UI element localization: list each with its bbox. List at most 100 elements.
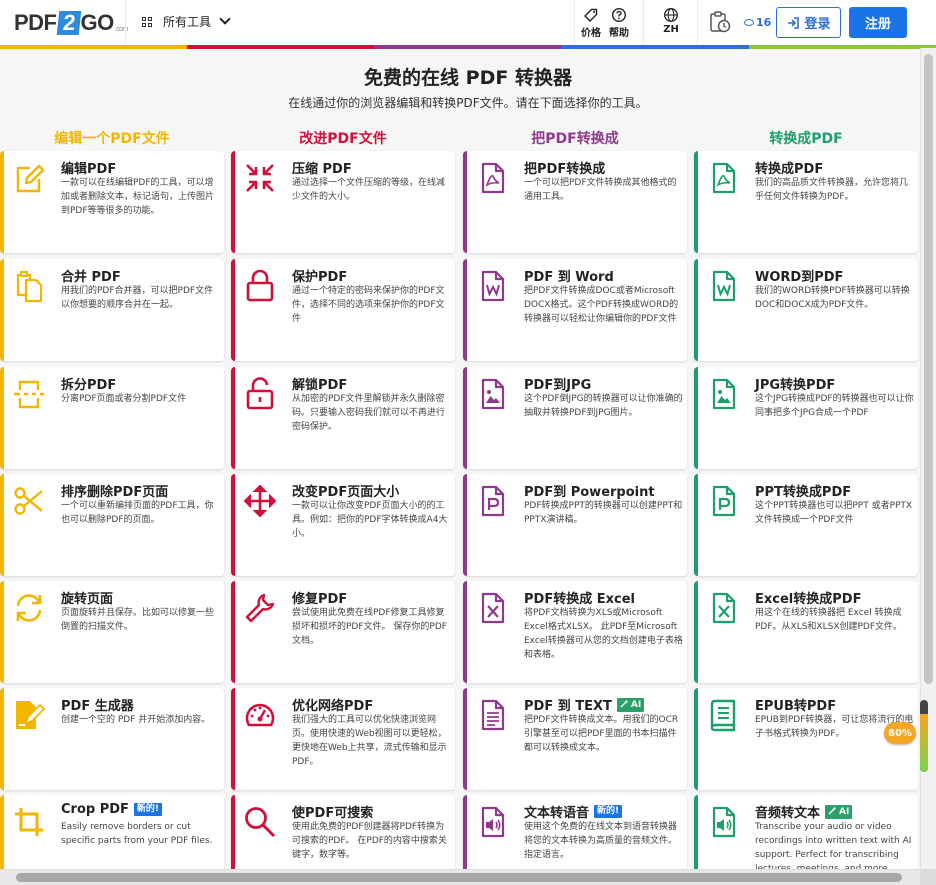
tool-card[interactable]: 排序删除PDF页面 一个可以重新编排页面的PDF工具，你也可以删除PDF的页面。 — [0, 474, 224, 576]
tool-card-title-text: Excel转换成PDF — [755, 592, 862, 607]
language-selector[interactable]: ZH — [663, 7, 679, 35]
tool-card[interactable]: 修复PDF 尝试使用此免费在线PDF修复工具修复损坏和损坏的PDF文件。 保存你的… — [231, 581, 455, 683]
tool-card[interactable]: 压缩 PDF 通过选择一个文件压缩的等级，在线减少文件的大小。 — [231, 151, 455, 253]
header-divider — [125, 0, 126, 48]
credits-indicator[interactable]: 16 — [744, 16, 771, 29]
register-button[interactable]: 注册 — [849, 7, 907, 38]
column-title-edit: 编辑一个PDF文件 — [54, 131, 170, 147]
tool-card-title: Excel转换成PDF — [755, 588, 861, 607]
clipboard-clock-icon — [710, 11, 731, 33]
tool-card-title-text: JPG转换PDF — [755, 378, 836, 393]
help-link[interactable]: 帮助 — [609, 7, 629, 39]
horizontal-scrollbar-thumb[interactable] — [16, 873, 902, 882]
tool-card-title: PDF到JPG — [524, 374, 591, 393]
login-button[interactable]: 登录 — [776, 7, 841, 38]
crop-icon — [12, 805, 46, 839]
tool-card-description: 一款可以让你改变PDF页面大小的的工具。例如：把你的PDF字体转换成A4大小。 — [292, 501, 448, 539]
tool-card-title-text: PDF到JPG — [524, 378, 592, 393]
tool-card[interactable]: 优化网络PDF 我们强大的工具可以优化快速浏览网页。使用快速的Web视图可以更轻松… — [231, 688, 455, 790]
create-icon — [12, 698, 46, 732]
vertical-scrollbar-thumb[interactable] — [924, 54, 933, 684]
tool-card[interactable]: WORD到PDF 我们的WORD转换PDF转换器可以转换DOC和DOCX成为PDF… — [694, 259, 918, 361]
horizontal-scrollbar[interactable] — [0, 869, 920, 885]
tool-card-description: 用我们的PDF合并器，可以把PDF文件以你想要的顺序合并在一起。 — [61, 286, 214, 310]
column-title-optimize: 改进PDF文件 — [299, 131, 387, 147]
tool-card-description: 我们强大的工具可以优化快速浏览网页。使用快速的Web视图可以更轻松，更快地在We… — [292, 715, 447, 767]
scissors-icon — [12, 484, 46, 518]
pdf-file-icon — [706, 161, 740, 195]
tool-card-title-text: 文本转语音 — [524, 806, 590, 821]
color-bar-blue — [561, 45, 749, 49]
tool-card[interactable]: PDF 到 Word 把PDF文件转换成DOC或者Microsoft DOCX格式… — [463, 259, 687, 361]
edit-icon — [12, 161, 46, 195]
tool-card[interactable]: 转换成PDF 我们的高品质文件转换器，允许您将几乎任何文件转换为PDF。 — [694, 151, 918, 253]
tool-card[interactable]: EPUB转PDF EPUB到PDF转换器，可让您将流行的电子书格式转换为PDF。 — [694, 688, 918, 790]
tool-card-title-text: WORD到PDF — [755, 270, 844, 285]
tool-card[interactable]: 把PDF转换成 一个可以把PDF文件转换成其他格式的通用工具。 — [463, 151, 687, 253]
help-icon — [611, 7, 627, 23]
logo[interactable]: PDF 2 GO .com — [14, 10, 128, 36]
tool-card[interactable]: Excel转换成PDF 用这个在线的转换器把 Excel 转换成PDF。从XLS和… — [694, 581, 918, 683]
tool-card[interactable]: 旋转页面 页面旋转并且保存。比如可以修复一些倒置的扫描文件。 — [0, 581, 224, 683]
tool-card-title: PDF 生成器 — [61, 695, 134, 714]
tool-card-title-text: Crop PDF — [61, 802, 129, 817]
tool-card-title: 解锁PDF — [292, 374, 347, 393]
tool-card-title-text: 解锁PDF — [292, 378, 348, 393]
tool-card-title-text: 修复PDF — [292, 592, 348, 607]
tool-card-title: 把PDF转换成 — [524, 158, 605, 177]
ai-badge-label: AI — [630, 699, 642, 710]
header-divider — [697, 0, 698, 48]
compress-icon — [243, 161, 277, 195]
all-tools-menu[interactable]: 所有工具 — [142, 13, 231, 30]
page-subtitle: 在线通过你的浏览器编辑和转换PDF文件。请在下面选择你的工具。 — [288, 96, 648, 110]
tool-card[interactable]: 改变PDF页面大小 一款可以让你改变PDF页面大小的的工具。例如：把你的PDF字体… — [231, 474, 455, 576]
tool-card[interactable]: PDF 到 TEXT AI 把PDF文件转换成文本。用我们的OCR引擎甚至可以把PD… — [463, 688, 687, 790]
color-bar-yellow — [0, 45, 188, 49]
grid-icon — [142, 16, 152, 27]
price-link[interactable]: 价格 — [581, 7, 601, 39]
history-button[interactable] — [708, 10, 732, 35]
tool-card[interactable]: PPT转换成PDF 这个PPT转换器也可以把PPT 或者PPTX文件转换成一个PD… — [694, 474, 918, 576]
tool-card[interactable]: 拆分PDF 分离PDF页面或者分割PDF文件 — [0, 367, 224, 469]
audio-file-icon — [706, 805, 740, 839]
tool-card-title: 压缩 PDF — [292, 158, 352, 177]
tool-card-description: 把PDF文件转换成DOC或者Microsoft DOCX格式。这个PDF转换成W… — [524, 286, 679, 324]
tool-card-description: PDF转换成PPT的转换器可以创建PPT和PPTX演讲稿。 — [524, 501, 683, 525]
color-bar-purple — [374, 45, 562, 49]
tool-card-title: WORD到PDF — [755, 266, 843, 285]
progress-badge[interactable]: 80% — [884, 722, 916, 744]
tool-card-title-text: 排序删除PDF页面 — [61, 485, 169, 500]
tool-card-title-text: 合并 PDF — [61, 270, 121, 285]
tool-card-title-text: 改变PDF页面大小 — [292, 485, 400, 500]
new-badge: 新的! — [133, 803, 163, 816]
tool-card-title: PPT转换成PDF — [755, 481, 851, 500]
tool-card[interactable]: PDF到JPG 这个PDF倒JPG的转换器可以让你准确的抽取并转换PDF到JPG图… — [463, 367, 687, 469]
tool-card[interactable]: PDF转换成 Excel 将PDF文档转换为XLS或Microsoft Excel… — [463, 581, 687, 683]
tool-card-description: 将PDF文档转换为XLS或Microsoft Excel格式XLSX。 此PDF… — [524, 608, 683, 660]
tool-card-title-text: PDF 到 Word — [524, 270, 614, 285]
ppt-file-icon — [706, 484, 740, 518]
tool-card-title: 改变PDF页面大小 — [292, 481, 399, 500]
tool-card-title-text: 保护PDF — [292, 270, 348, 285]
help-label: 帮助 — [609, 28, 629, 39]
tool-card-title: 旋转页面 — [61, 588, 113, 607]
tool-card[interactable]: 编辑PDF 一款可以在线编辑PDF的工具，可以增加或者删除文本，标记语句，上传图片… — [0, 151, 224, 253]
tool-card[interactable]: PDF到 Powerpoint PDF转换成PPT的转换器可以创建PPT和PPTX… — [463, 474, 687, 576]
tool-card[interactable]: 合并 PDF 用我们的PDF合并器，可以把PDF文件以你想要的顺序合并在一起。 — [0, 259, 224, 361]
tool-card[interactable]: 解锁PDF 从加密的PDF文件里解锁并永久删除密码。只要输入密码我们就可以不再进行… — [231, 367, 455, 469]
tool-card[interactable]: 保护PDF 通过一个特定的密码来保护你的PDF文件，选择不同的选项来保护你的PDF… — [231, 259, 455, 361]
split-icon — [12, 377, 46, 411]
tool-card-title: 修复PDF — [292, 588, 347, 607]
header-divider — [643, 0, 644, 48]
login-icon — [788, 16, 800, 29]
word-file-icon — [706, 269, 740, 303]
tool-card[interactable]: PDF 生成器 创建一个空的 PDF 并开始添加内容。 — [0, 688, 224, 790]
tool-card-title-text: 编辑PDF — [61, 162, 117, 177]
tool-card-description: 使用这个免费的在线文本到语音转换器将您的文本转换为高质量的音频文件。指定语言。 — [524, 822, 678, 860]
merge-icon — [12, 269, 46, 303]
tool-card[interactable]: JPG转换PDF 这个JPG转换成PDF的转换器也可以让你同事把多个JPG合成一个… — [694, 367, 918, 469]
tool-card-description: 创建一个空的 PDF 并开始添加内容。 — [61, 715, 211, 725]
column-title-convert-to: 转换成PDF — [769, 131, 843, 147]
all-tools-label: 所有工具 — [163, 15, 212, 29]
audio-file-icon — [475, 805, 509, 839]
